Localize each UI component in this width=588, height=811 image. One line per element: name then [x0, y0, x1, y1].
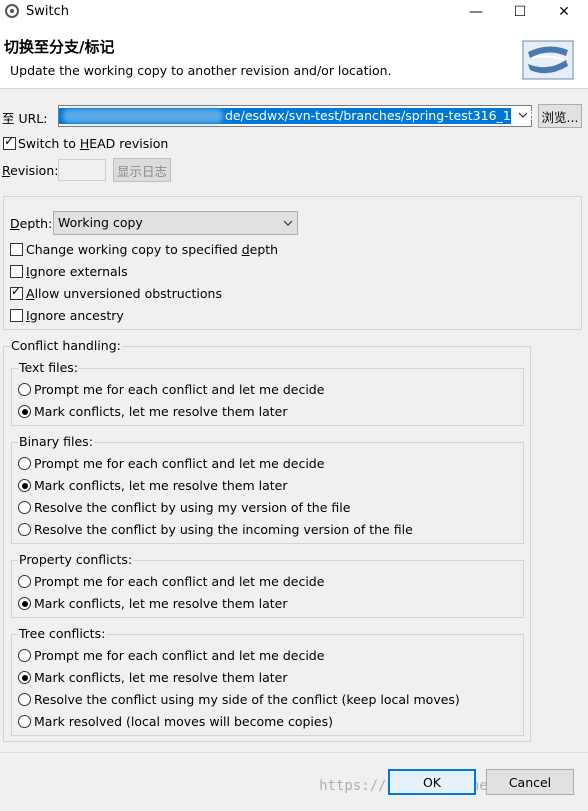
url-value: de/esdwx/svn-test/branches/spring-test31…: [225, 108, 535, 123]
binary-prompt-radio[interactable]: [18, 457, 31, 470]
binary-mark-label: Mark conflicts, let me resolve them late…: [34, 478, 288, 493]
app-icon: [5, 4, 19, 18]
depth-select[interactable]: Working copy: [53, 211, 298, 235]
property-mark-label: Mark conflicts, let me resolve them late…: [34, 596, 288, 611]
property-conflicts-label: Property conflicts:: [18, 552, 134, 567]
tree-prompt-label: Prompt me for each conflict and let me d…: [34, 648, 325, 663]
binary-mark-radio[interactable]: [18, 479, 31, 492]
binary-theirs-radio[interactable]: [18, 523, 31, 536]
head-revision-checkbox[interactable]: [3, 134, 16, 150]
depth-select-value: Working copy: [58, 215, 143, 230]
url-redacted-part: [63, 109, 223, 123]
chevron-down-icon: [284, 220, 292, 226]
binary-prompt-label: Prompt me for each conflict and let me d…: [34, 456, 325, 471]
revision-label: Revision:: [2, 163, 59, 178]
header-title: 切换至分支/标记: [4, 38, 115, 56]
show-log-button[interactable]: 显示日志: [113, 158, 171, 182]
binary-files-label: Binary files:: [18, 434, 94, 449]
property-mark-radio[interactable]: [18, 597, 31, 610]
header-subtitle: Update the working copy to another revis…: [10, 63, 392, 78]
binary-mine-label: Resolve the conflict by using my version…: [34, 500, 351, 515]
conflict-handling-label: Conflict handling:: [10, 338, 122, 353]
tree-mark-radio[interactable]: [18, 671, 31, 684]
depth-option-checkbox[interactable]: [10, 243, 23, 256]
window-title: Switch: [26, 4, 69, 19]
head-revision-label: Switch to HEAD revision: [18, 136, 169, 151]
minimize-button[interactable]: —: [454, 0, 498, 24]
chevron-down-icon[interactable]: [519, 111, 527, 119]
allow-unversioned-label: Allow unversioned obstructions: [26, 286, 222, 301]
text-prompt-radio[interactable]: [18, 383, 31, 396]
minimize-icon: —: [469, 4, 483, 20]
tree-conflicts-label: Tree conflicts:: [18, 626, 107, 641]
tree-keep-local-radio[interactable]: [18, 693, 31, 706]
binary-mine-radio[interactable]: [18, 501, 31, 514]
url-label: 至 URL:: [2, 111, 48, 126]
close-icon: ✕: [558, 4, 570, 20]
tree-prompt-radio[interactable]: [18, 649, 31, 662]
cancel-button[interactable]: Cancel: [486, 769, 574, 795]
ignore-ancestry-checkbox[interactable]: [10, 309, 23, 322]
revision-input[interactable]: [58, 159, 106, 181]
text-mark-radio[interactable]: [18, 405, 31, 418]
binary-theirs-label: Resolve the conflict by using the incomi…: [34, 522, 413, 537]
svn-logo-icon: [522, 40, 574, 80]
ignore-externals-label: Ignore externals: [26, 264, 128, 279]
tree-mark-label: Mark conflicts, let me resolve them late…: [34, 670, 288, 685]
url-combobox[interactable]: de/esdwx/svn-test/branches/spring-test31…: [58, 105, 535, 127]
text-prompt-label: Prompt me for each conflict and let me d…: [34, 382, 325, 397]
ok-button[interactable]: OK: [388, 769, 476, 795]
close-button[interactable]: ✕: [542, 0, 586, 24]
browse-button[interactable]: 浏览...: [538, 104, 582, 128]
change-depth-label: Change working copy to specified depth: [26, 242, 279, 257]
depth-label: Depth:: [10, 216, 53, 231]
maximize-button[interactable]: ☐: [498, 0, 542, 24]
text-files-label: Text files:: [18, 360, 80, 375]
maximize-icon: ☐: [513, 4, 527, 20]
ignore-externals-checkbox[interactable]: [10, 265, 23, 278]
ignore-ancestry-label: Ignore ancestry: [26, 308, 124, 323]
tree-keep-local-label: Resolve the conflict using my side of th…: [34, 692, 460, 707]
text-mark-label: Mark conflicts, let me resolve them late…: [34, 404, 288, 419]
allow-unversioned-checkbox[interactable]: [10, 284, 23, 300]
property-prompt-radio[interactable]: [18, 575, 31, 588]
tree-mark-resolved-radio[interactable]: [18, 715, 31, 728]
property-prompt-label: Prompt me for each conflict and let me d…: [34, 574, 325, 589]
tree-mark-resolved-label: Mark resolved (local moves will become c…: [34, 714, 333, 729]
